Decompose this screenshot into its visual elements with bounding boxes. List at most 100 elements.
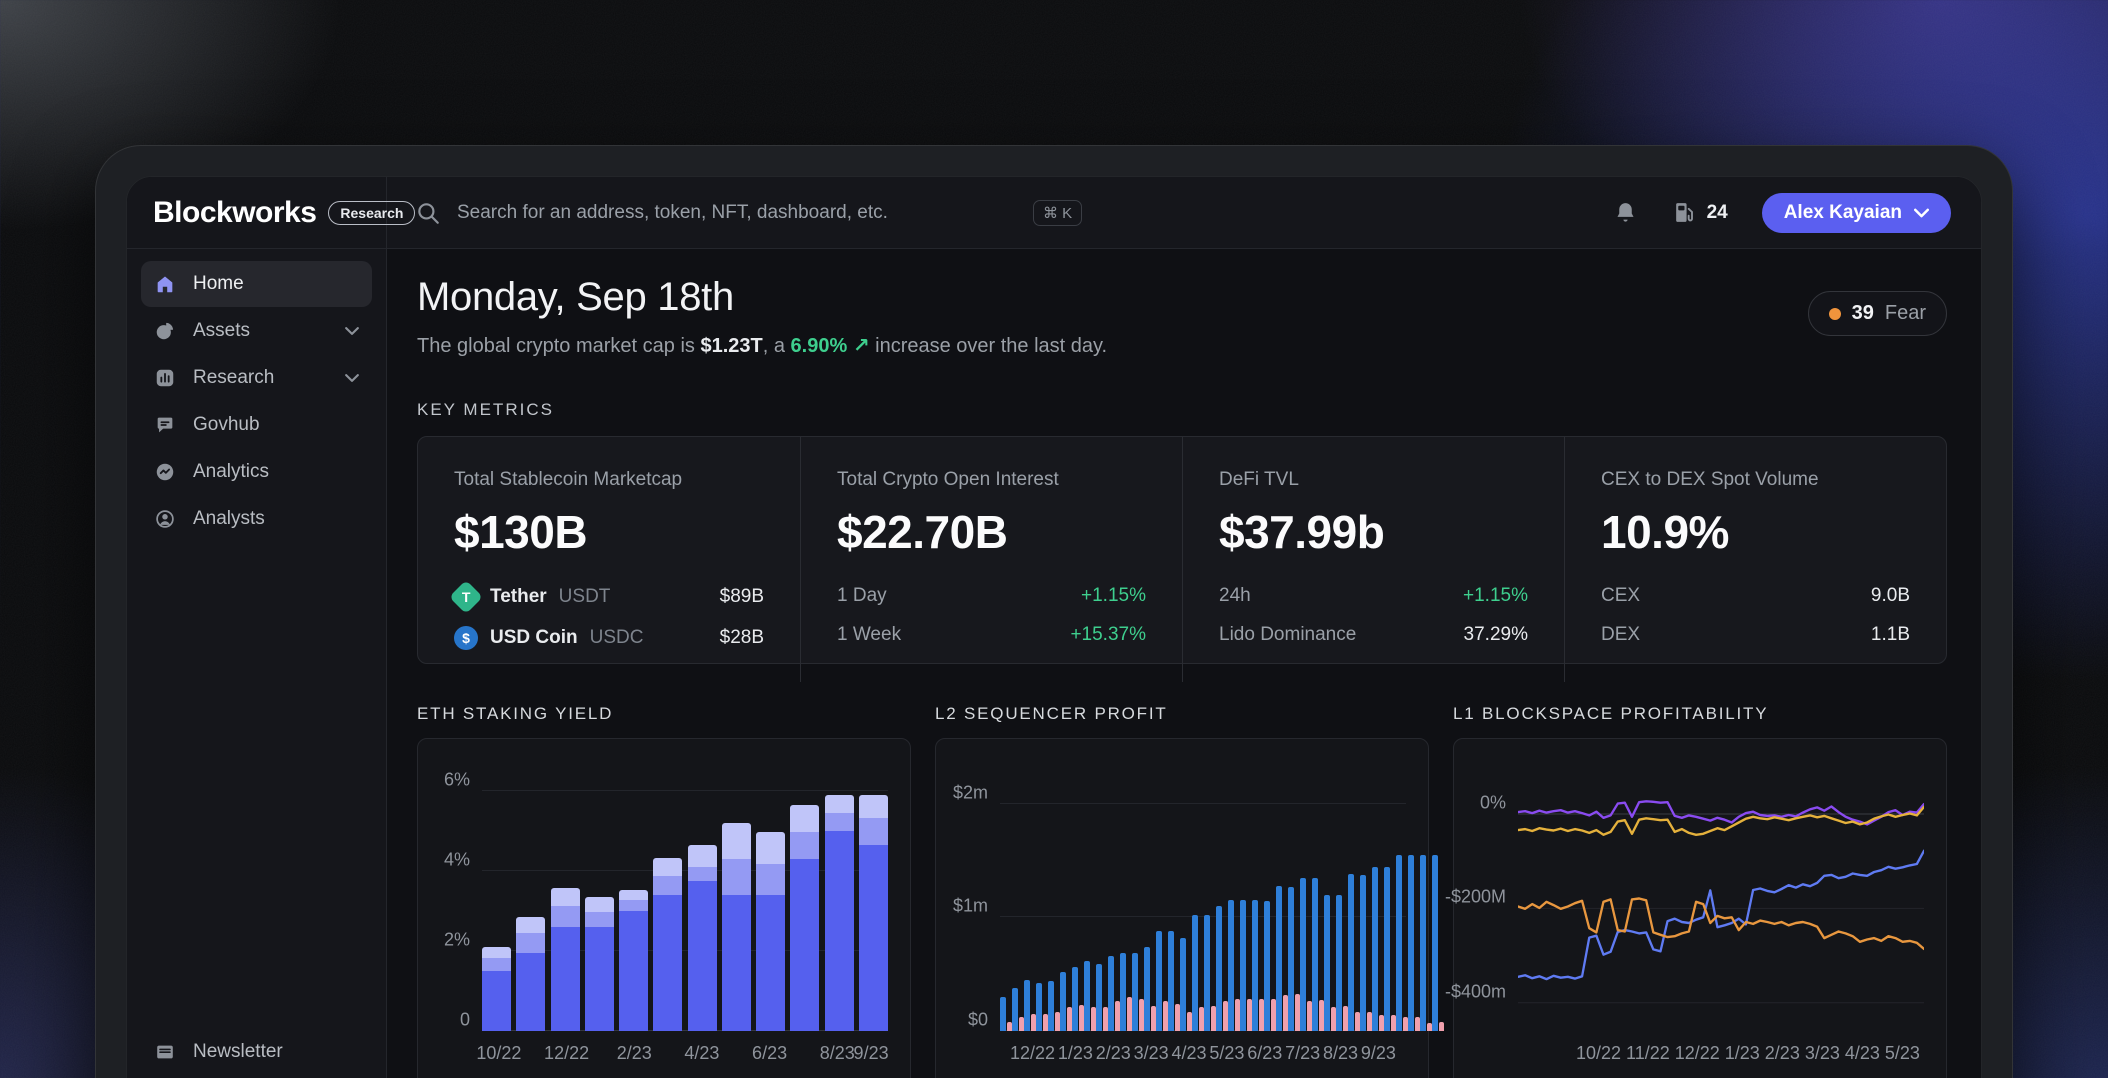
- bar-pair: [1348, 874, 1360, 1031]
- bar-segment-top-yield: [825, 795, 854, 813]
- bar-revenue: [1132, 953, 1138, 1031]
- metric-card: Total Stablecoin Marketcap $130B T Tethe…: [418, 437, 800, 682]
- sidebar-item-govhub[interactable]: Govhub: [141, 402, 372, 448]
- bar-segment-top-yield: [790, 805, 819, 832]
- summary-text: , a: [763, 335, 791, 357]
- sidebar-item-assets[interactable]: Assets: [141, 308, 372, 354]
- x-axis: 12/221/232/233/234/235/236/237/238/239/2…: [1000, 1043, 1406, 1064]
- logo-text: Blockworks: [153, 196, 316, 230]
- bar-revenue: [1384, 867, 1390, 1031]
- sidebar-item-analytics[interactable]: Analytics: [141, 449, 372, 495]
- search-shortcut-badge: ⌘ K: [1033, 200, 1082, 226]
- bar-revenue: [1396, 855, 1402, 1031]
- bar-pair: [1336, 895, 1348, 1031]
- sidebar-item-analysts[interactable]: Analysts: [141, 496, 372, 542]
- l2-sequencer-profit-chart: $2m$1m$0 12/221/232/233/234/235/236/237/2…: [935, 738, 1429, 1078]
- bar-revenue: [1000, 997, 1006, 1031]
- app-body: HomeAssetsResearch Govhub Analytics Analyst…: [127, 249, 1981, 1078]
- y-axis-tick: 2%: [444, 930, 470, 951]
- bell-icon[interactable]: [1613, 200, 1638, 225]
- x-axis-tick: 12/22: [1010, 1043, 1055, 1064]
- bar-segment-base-yield: [516, 953, 545, 1031]
- metric-row-value: +1.15%: [1463, 585, 1528, 607]
- bar-revenue: [1240, 900, 1246, 1031]
- metric-row-value: $89B: [720, 586, 764, 608]
- bar-revenue: [1168, 931, 1174, 1031]
- user-menu-button[interactable]: Alex Kayaian: [1762, 193, 1951, 233]
- coin-name: Tether: [490, 586, 547, 608]
- x-axis: 10/2211/2212/221/232/233/234/235/23: [1518, 1043, 1924, 1064]
- bar-revenue: [1096, 964, 1102, 1031]
- sidebar-item-label: Analysts: [193, 508, 265, 530]
- bar-pair: [1264, 901, 1276, 1031]
- stacked-bar: [551, 888, 580, 1031]
- metric-row-label: 24h: [1219, 585, 1251, 607]
- coin-ticker: USDT: [559, 586, 611, 608]
- bar-pair: [1024, 980, 1036, 1031]
- bar-revenue: [1252, 900, 1258, 1031]
- sidebar-item-label: Analytics: [193, 461, 269, 483]
- metric-row-value: $28B: [720, 627, 764, 649]
- gas-pump-icon: [1672, 200, 1697, 225]
- bar-segment-mid-yield: [551, 906, 580, 927]
- summary-text: increase over the last day.: [870, 335, 1108, 357]
- bars: [1000, 781, 1406, 1031]
- bar-segment-mid-yield: [688, 867, 717, 881]
- stacked-bar: [722, 823, 751, 1031]
- bar-pair: [1204, 915, 1216, 1031]
- bar-segment-mid-yield: [516, 933, 545, 953]
- x-axis-tick: 7/23: [1285, 1043, 1320, 1064]
- sidebar-item-research[interactable]: Research: [141, 355, 372, 401]
- bar-revenue: [1288, 887, 1294, 1031]
- stacked-bar: [790, 805, 819, 1031]
- metric-row-value: +15.37%: [1070, 624, 1146, 646]
- bar-segment-top-yield: [516, 917, 545, 933]
- bar-pair: [1084, 961, 1096, 1031]
- device-frame: Blockworks Research ⌘ K 24: [95, 145, 2013, 1078]
- logo[interactable]: Blockworks Research: [127, 177, 387, 248]
- search-input[interactable]: [457, 202, 1017, 224]
- bar-pair: [1384, 867, 1396, 1031]
- metric-row: 1 Day +1.15%: [837, 585, 1146, 607]
- bar-segment-mid-yield: [653, 876, 682, 895]
- metric-row: 24h +1.15%: [1219, 585, 1528, 607]
- y-axis-tick: -$400m: [1445, 981, 1506, 1002]
- bar-pair: [1072, 967, 1084, 1031]
- metric-label: Total Stablecoin Marketcap: [454, 469, 764, 491]
- x-axis-tick: 3/23: [1805, 1043, 1840, 1064]
- stacked-bar: [516, 917, 545, 1031]
- sidebar-item-home[interactable]: Home: [141, 261, 372, 307]
- bar-pair: [1396, 855, 1408, 1031]
- background: { "colors": { "accent_indigo": "#5b5ff0"…: [0, 0, 2108, 1078]
- chevron-down-icon: [1914, 208, 1929, 218]
- chart-title-l1-blockspace: L1 BLOCKSPACE PROFITABILITY: [1453, 704, 1947, 724]
- sidebar-item-newsletter[interactable]: Newsletter: [141, 1029, 372, 1075]
- metric-row-value: 37.29%: [1464, 624, 1528, 646]
- bar-revenue: [1372, 867, 1378, 1031]
- bar-revenue: [1336, 895, 1342, 1031]
- bar-pair: [1216, 906, 1228, 1031]
- gas-tracker[interactable]: 24: [1672, 200, 1728, 225]
- plot-area: $2m$1m$0: [1000, 781, 1406, 1031]
- bar-revenue: [1012, 988, 1018, 1031]
- fear-greed-badge[interactable]: 39 Fear: [1808, 291, 1947, 336]
- metric-row-label: 1 Day: [837, 585, 887, 607]
- sidebar-item-label: Govhub: [193, 414, 260, 436]
- analysts-icon: [154, 508, 176, 530]
- chevron-down-icon: [345, 326, 359, 336]
- bar-revenue: [1312, 878, 1318, 1031]
- title-row: Monday, Sep 18th The global crypto marke…: [417, 275, 1947, 358]
- bar-revenue: [1084, 961, 1090, 1031]
- bar-segment-mid-yield: [790, 832, 819, 859]
- top-bar: Blockworks Research ⌘ K 24: [127, 177, 1981, 249]
- y-axis-tick: 6%: [444, 770, 470, 791]
- bar-revenue: [1060, 972, 1066, 1031]
- govhub-icon: [154, 414, 176, 436]
- stacked-bar: [688, 845, 717, 1031]
- bar-revenue: [1276, 886, 1282, 1031]
- bar-pair: [1312, 878, 1324, 1031]
- metric-value: 10.9%: [1601, 505, 1910, 559]
- bar-revenue: [1144, 947, 1150, 1031]
- search-bar[interactable]: ⌘ K: [387, 177, 1613, 248]
- bar-revenue: [1204, 915, 1210, 1031]
